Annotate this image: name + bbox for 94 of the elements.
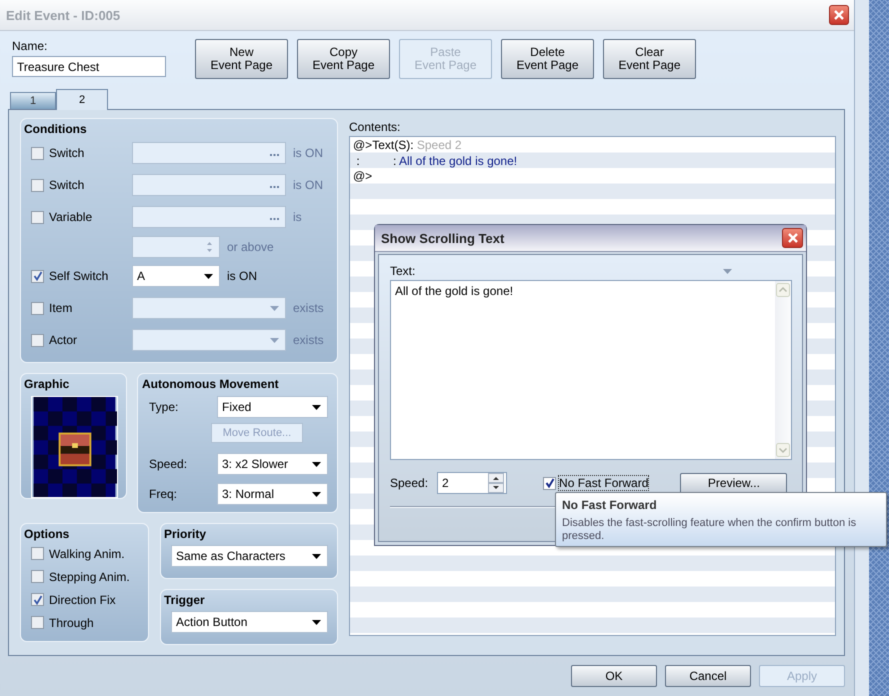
close-icon [833, 9, 845, 21]
freq-label: Freq: [148, 487, 178, 501]
condition-suffix: is [293, 210, 302, 224]
condition-suffix: or above [227, 240, 274, 254]
picker-field[interactable] [132, 174, 286, 196]
tooltip-title: No Fast Forward [562, 498, 658, 512]
condition-suffix: is ON [227, 269, 257, 283]
close-icon [786, 232, 798, 244]
checkbox[interactable] [31, 270, 44, 282]
type-label: Type: [148, 400, 180, 414]
caret-icon [270, 338, 279, 342]
dialog-title: Show Scrolling Text [381, 230, 504, 246]
condition-suffix: exists [293, 333, 324, 347]
checkbox-label: Switch [49, 178, 84, 192]
checkbox-label: Actor [49, 333, 78, 347]
ellipsis-icon [270, 218, 279, 220]
checkbox-label: Self Switch [49, 269, 108, 283]
checkbox[interactable] [31, 593, 44, 606]
scrollbar[interactable] [775, 281, 791, 459]
speed-label: Speed: [148, 457, 188, 471]
checkbox[interactable] [31, 146, 44, 160]
checkbox[interactable] [543, 476, 556, 490]
dropdown[interactable]: 3: x2 Slower [217, 453, 328, 475]
caret-icon [312, 492, 321, 496]
checkbox[interactable] [31, 616, 44, 629]
page-tab[interactable]: 2 [56, 89, 108, 110]
group-title: Conditions [24, 122, 88, 137]
caret-icon [312, 462, 321, 466]
condition-suffix: is ON [293, 178, 323, 192]
caret-icon[interactable] [723, 268, 732, 274]
checkbox[interactable] [31, 334, 44, 346]
scroll-down-icon[interactable] [776, 443, 790, 457]
close-button[interactable] [829, 5, 849, 25]
dropdown[interactable]: Same as Characters [171, 545, 328, 567]
text-area[interactable]: All of the gold is gone! [390, 280, 792, 460]
page-tab[interactable]: 1 [10, 92, 56, 109]
speed-label: Speed: [390, 476, 428, 490]
caret-icon [312, 554, 321, 558]
event-page-button[interactable]: Clear Event Page [603, 39, 696, 79]
checkbox[interactable] [31, 547, 44, 560]
event-page-button[interactable]: Delete Event Page [501, 39, 594, 79]
contents-label: Contents: [349, 120, 402, 134]
command-line[interactable]: @> [353, 169, 372, 183]
dropdown[interactable] [132, 329, 286, 351]
command-line[interactable]: : : All of the gold is gone! [353, 154, 518, 168]
checkbox-label: Item [49, 301, 72, 315]
checkbox[interactable] [31, 210, 44, 224]
checkbox-label: Through [49, 616, 94, 630]
text-label: Text: [390, 264, 416, 278]
checkbox-label: Direction Fix [49, 592, 116, 606]
number-field[interactable] [132, 236, 220, 258]
name-label: Name: [12, 39, 48, 53]
preview-button[interactable]: Preview... [680, 472, 788, 494]
speed-field[interactable]: 2 [437, 472, 508, 494]
picker-field[interactable] [132, 142, 286, 164]
dropdown[interactable]: A [132, 265, 220, 287]
command-line[interactable]: @>Text(S): Speed 2 [353, 138, 462, 152]
checkbox-label: Variable [49, 210, 92, 224]
close-button[interactable] [782, 228, 803, 248]
checkbox-label: Walking Anim. [49, 546, 125, 560]
checkbox[interactable] [31, 302, 44, 314]
group-title: Trigger [164, 593, 206, 608]
group-title: Autonomous Movement [142, 377, 280, 392]
name-field[interactable]: Treasure Chest [12, 56, 166, 77]
checkbox[interactable] [31, 570, 44, 583]
checkbox-label: Stepping Anim. [49, 570, 130, 584]
ellipsis-icon [270, 186, 279, 188]
dropdown[interactable]: Fixed [217, 396, 328, 418]
window-title: Edit Event - ID:005 [6, 8, 120, 22]
dropdown[interactable]: 3: Normal [217, 483, 328, 505]
checkbox[interactable] [31, 178, 44, 192]
spinner-arrows-icon [206, 240, 213, 254]
event-page-button[interactable]: Copy Event Page [297, 39, 390, 79]
condition-suffix: exists [293, 301, 324, 315]
condition-suffix: is ON [293, 146, 323, 160]
checkbox-label: No Fast Forward [559, 476, 648, 490]
spinner-arrows-icon[interactable] [488, 473, 504, 493]
event-page-button[interactable]: New Event Page [195, 39, 288, 79]
dropdown[interactable]: Action Button [171, 611, 328, 633]
group-title: Priority [164, 527, 208, 542]
checkbox-label: Switch [49, 146, 84, 160]
caret-icon [270, 306, 279, 310]
caret-icon [312, 620, 321, 624]
ellipsis-icon [270, 154, 279, 156]
caret-icon [204, 274, 213, 278]
scroll-up-icon[interactable] [776, 283, 790, 297]
dropdown[interactable] [132, 297, 286, 319]
group-title: Options [24, 527, 70, 542]
group-title: Graphic [24, 377, 70, 392]
dialog-button[interactable]: OK [571, 665, 657, 687]
caret-icon [312, 404, 321, 410]
tooltip-text: Disables the fast-scrolling feature when the confirm button is pressed. [562, 517, 858, 543]
dialog-button[interactable]: Cancel [665, 665, 751, 687]
picker-field[interactable] [132, 206, 286, 228]
